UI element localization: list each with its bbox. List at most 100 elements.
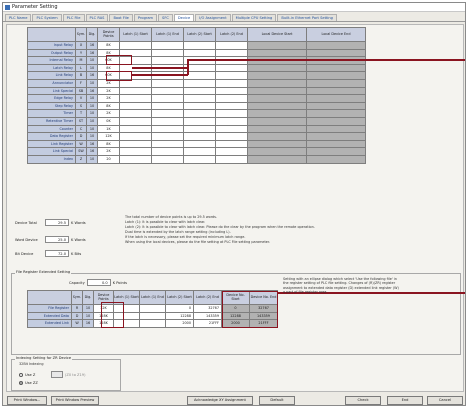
device-row-local-end[interactable]	[306, 139, 366, 149]
device-row-local-start[interactable]	[247, 41, 307, 50]
device-row-latch1-start[interactable]	[119, 41, 152, 50]
device-row-local-end[interactable]	[306, 94, 366, 103]
tab-plc-name[interactable]: PLC Name	[5, 14, 32, 21]
device-row-latch1-end[interactable]	[151, 71, 184, 80]
device-row-points[interactable]: 2K	[97, 109, 120, 118]
device-row-local-end[interactable]	[306, 78, 366, 88]
device-row-latch2-start[interactable]	[183, 139, 216, 149]
device-row-local-start[interactable]	[247, 48, 307, 58]
device-row-latch2-end[interactable]	[215, 139, 248, 149]
device-row-latch2-end[interactable]	[215, 101, 248, 111]
device-row-latch2-start[interactable]	[183, 41, 216, 50]
device-row-latch2-end[interactable]	[215, 86, 248, 96]
device-row-latch2-start[interactable]	[183, 116, 216, 126]
device-row-latch2-start[interactable]	[183, 78, 216, 88]
ext-row-latch2-end[interactable]: 32767	[193, 304, 222, 313]
device-row-local-end[interactable]	[306, 109, 366, 118]
check-button[interactable]: Check	[345, 396, 381, 405]
device-row-points[interactable]: 2K	[97, 86, 120, 96]
device-row-local-start[interactable]	[247, 154, 307, 164]
device-row-latch2-end[interactable]	[215, 124, 248, 134]
device-row-latch2-start[interactable]	[183, 124, 216, 134]
device-row-local-start[interactable]	[247, 94, 307, 103]
device-row-latch1-end[interactable]	[151, 94, 184, 103]
use-z-radio[interactable]	[19, 372, 23, 377]
device-row-latch2-start[interactable]	[183, 86, 216, 96]
device-row-latch2-end[interactable]	[215, 132, 248, 141]
device-row-points[interactable]: 1K	[97, 124, 120, 134]
device-row-latch1-start[interactable]	[119, 94, 152, 103]
tab-boot-file[interactable]: Boot File	[109, 14, 133, 21]
device-row-local-start[interactable]	[247, 71, 307, 80]
ext-row-latch2-start[interactable]: 12288	[165, 311, 194, 321]
cancel-button[interactable]: Cancel	[427, 396, 463, 405]
device-row-latch1-start[interactable]	[119, 124, 152, 134]
tab-ethernet-port[interactable]: Built-in Ethernet Port Setting	[277, 14, 337, 21]
ext-row-latch1-end[interactable]	[139, 311, 166, 321]
tab-device[interactable]: Device	[173, 14, 195, 21]
device-row-points[interactable]: 20	[97, 154, 120, 164]
device-row-latch1-start[interactable]	[119, 109, 152, 118]
ext-row-latch2-start[interactable]: 0	[165, 304, 194, 313]
device-row-points[interactable]: 0K	[97, 116, 120, 126]
device-row-local-end[interactable]	[306, 116, 366, 126]
device-row-latch2-end[interactable]	[215, 78, 248, 88]
device-row-local-start[interactable]	[247, 124, 307, 134]
ext-row-latch2-end[interactable]: 21FFF	[193, 319, 222, 328]
device-row-local-end[interactable]	[306, 48, 366, 58]
use-zz-radio[interactable]	[19, 381, 23, 385]
tab-sfc[interactable]: SFC	[158, 14, 173, 21]
device-row-latch1-end[interactable]	[151, 116, 184, 126]
print-window-button[interactable]: Print Window...	[7, 396, 47, 405]
device-row-latch1-start[interactable]	[119, 116, 152, 126]
device-row-local-end[interactable]	[306, 147, 366, 156]
device-row-latch1-end[interactable]	[151, 109, 184, 118]
device-row-local-end[interactable]	[306, 124, 366, 134]
device-row-latch2-start[interactable]	[183, 132, 216, 141]
device-row-local-start[interactable]	[247, 116, 307, 126]
device-row-latch2-start[interactable]	[183, 109, 216, 118]
device-row-latch1-start[interactable]	[119, 86, 152, 96]
device-row-local-start[interactable]	[247, 132, 307, 141]
device-row-latch2-end[interactable]	[215, 147, 248, 156]
device-row-points[interactable]: 8K	[97, 101, 120, 111]
ext-row-latch1-end[interactable]	[139, 304, 166, 313]
print-preview-button[interactable]: Print Window Preview	[51, 396, 99, 405]
device-row-local-start[interactable]	[247, 63, 307, 73]
device-row-local-end[interactable]	[306, 63, 366, 73]
device-row-latch2-end[interactable]	[215, 48, 248, 58]
device-row-local-end[interactable]	[306, 101, 366, 111]
tab-plc-ras[interactable]: PLC RAS	[85, 14, 109, 21]
device-row-latch1-end[interactable]	[151, 154, 184, 164]
tab-plc-file[interactable]: PLC File	[62, 14, 85, 21]
device-row-latch1-start[interactable]	[119, 132, 152, 141]
device-row-points[interactable]: 12K	[97, 132, 120, 141]
acknowledge-xy-button[interactable]: Acknowledge XY Assignment	[187, 396, 253, 405]
device-row-local-end[interactable]	[306, 86, 366, 96]
ext-row-latch1-end[interactable]	[139, 319, 166, 328]
tab-plc-system[interactable]: PLC System	[32, 14, 62, 21]
device-row-latch1-end[interactable]	[151, 41, 184, 50]
device-row-latch1-start[interactable]	[119, 147, 152, 156]
device-row-latch2-end[interactable]	[215, 154, 248, 164]
device-row-latch2-start[interactable]	[183, 48, 216, 58]
device-row-latch2-start[interactable]	[183, 94, 216, 103]
device-row-points[interactable]: 8K	[97, 139, 120, 149]
device-row-latch1-end[interactable]	[151, 124, 184, 134]
device-row-local-end[interactable]	[306, 71, 366, 80]
device-row-local-start[interactable]	[247, 86, 307, 96]
device-row-latch1-end[interactable]	[151, 78, 184, 88]
device-row-latch1-end[interactable]	[151, 48, 184, 58]
device-row-points[interactable]: 2K	[97, 147, 120, 156]
device-row-local-end[interactable]	[306, 132, 366, 141]
device-row-latch2-end[interactable]	[215, 109, 248, 118]
device-row-latch1-end[interactable]	[151, 56, 184, 65]
device-row-latch2-end[interactable]	[215, 94, 248, 103]
device-row-latch1-start[interactable]	[119, 101, 152, 111]
device-row-local-start[interactable]	[247, 139, 307, 149]
device-row-latch1-end[interactable]	[151, 86, 184, 96]
device-row-latch2-end[interactable]	[215, 116, 248, 126]
device-row-latch1-start[interactable]	[119, 154, 152, 164]
device-row-local-end[interactable]	[306, 154, 366, 164]
device-row-latch2-end[interactable]	[215, 41, 248, 50]
